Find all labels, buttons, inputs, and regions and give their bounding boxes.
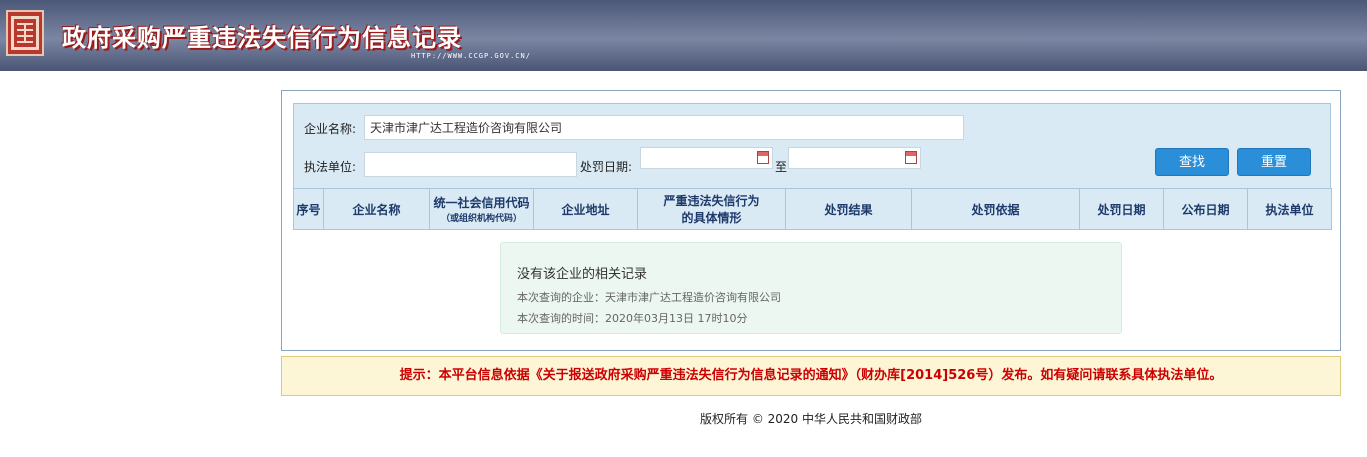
query-company-text: 本次查询的企业：天津市津广达工程造价咨询有限公司 bbox=[517, 291, 781, 304]
company-name-label: 企业名称: bbox=[304, 122, 357, 136]
query-time-text: 本次查询的时间：2020年03月13日 17时10分 bbox=[517, 312, 748, 325]
table-header-row: 序号 企业名称 统一社会信用代码 （或组织机构代码） 企业地址 严重违法失信行为的… bbox=[293, 188, 1332, 230]
header-banner: 政府采购严重违法失信行为信息记录 HTTP://WWW.CCGP.GOV.CN/ bbox=[0, 0, 1367, 71]
no-record-message: 没有该企业的相关记录 bbox=[517, 267, 648, 282]
col-index: 序号 bbox=[293, 188, 324, 230]
enforcement-unit-input[interactable] bbox=[364, 152, 577, 177]
col-penalty-date: 处罚日期 bbox=[1079, 188, 1164, 230]
enforcement-unit-label: 执法单位: bbox=[304, 160, 357, 174]
date-from-input[interactable] bbox=[640, 147, 773, 169]
page-title: 政府采购严重违法失信行为信息记录 bbox=[62, 24, 462, 52]
col-penalty-result: 处罚结果 bbox=[785, 188, 912, 230]
results-table: 序号 企业名称 统一社会信用代码 （或组织机构代码） 企业地址 严重违法失信行为的… bbox=[293, 188, 1332, 230]
col-credit-code-label: 统一社会信用代码 bbox=[433, 196, 530, 210]
site-url: HTTP://WWW.CCGP.GOV.CN/ bbox=[411, 52, 531, 60]
col-publish-date: 公布日期 bbox=[1163, 188, 1248, 230]
penalty-date-label: 处罚日期: bbox=[580, 160, 633, 174]
col-penalty-basis: 处罚依据 bbox=[911, 188, 1080, 230]
col-situation: 严重违法失信行为 的具体情形 bbox=[637, 188, 786, 230]
search-button[interactable]: 查找 bbox=[1155, 148, 1229, 176]
company-name-input[interactable]: 天津市津广达工程造价咨询有限公司 bbox=[364, 115, 964, 140]
copyright-footer: 版权所有 © 2020 中华人民共和国财政部 bbox=[700, 412, 922, 426]
date-to-input[interactable] bbox=[788, 147, 921, 169]
col-situation-line2: 的具体情形 bbox=[681, 211, 742, 225]
col-address: 企业地址 bbox=[533, 188, 638, 230]
search-form: 企业名称: 天津市津广达工程造价咨询有限公司 执法单位: 处罚日期: 至 查找 … bbox=[293, 103, 1331, 189]
col-situation-line1: 严重违法失信行为 bbox=[663, 194, 760, 208]
date-to-label: 至 bbox=[775, 160, 788, 174]
col-enforcement-unit: 执法单位 bbox=[1247, 188, 1332, 230]
reset-button[interactable]: 重置 bbox=[1237, 148, 1311, 176]
search-panel: 企业名称: 天津市津广达工程造价咨询有限公司 执法单位: 处罚日期: 至 查找 … bbox=[281, 90, 1341, 351]
calendar-icon[interactable] bbox=[757, 151, 769, 164]
col-company-name: 企业名称 bbox=[323, 188, 430, 230]
notice-bar: 提示：本平台信息依据《关于报送政府采购严重违法失信行为信息记录的通知》（财办库[… bbox=[281, 356, 1341, 396]
seal-logo bbox=[6, 10, 44, 56]
col-credit-code-sub: （或组织机构代码） bbox=[440, 214, 522, 224]
calendar-icon[interactable] bbox=[905, 151, 917, 164]
col-credit-code: 统一社会信用代码 （或组织机构代码） bbox=[429, 188, 534, 230]
no-record-box: 没有该企业的相关记录 本次查询的企业：天津市津广达工程造价咨询有限公司 本次查询… bbox=[500, 242, 1122, 334]
